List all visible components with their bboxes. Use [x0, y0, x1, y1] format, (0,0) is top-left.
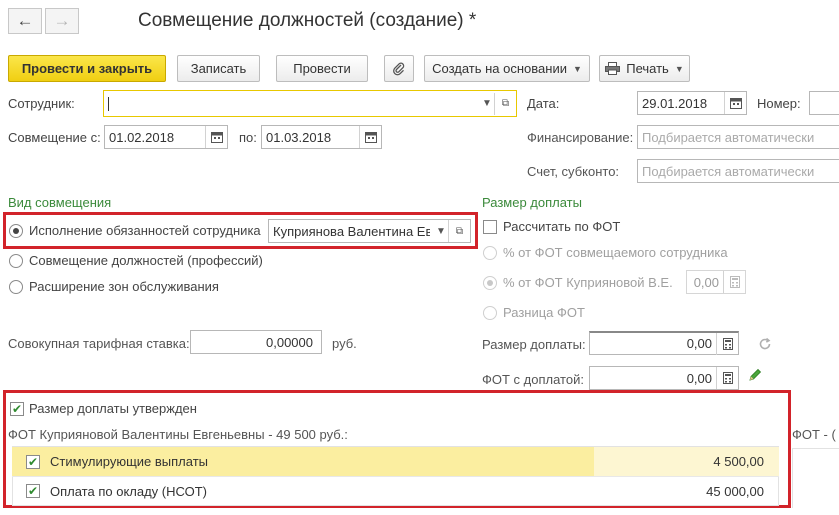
account-field[interactable]: Подбирается автоматически: [637, 159, 839, 183]
number-label: Номер:: [757, 96, 801, 111]
radio-difference[interactable]: [483, 306, 497, 320]
radio-pct-employee[interactable]: [483, 276, 497, 290]
fot-employee-text: ФОТ Куприяновой Валентины Евгеньевны - 4…: [8, 427, 348, 442]
date-label: Дата:: [527, 96, 560, 111]
printer-icon: [605, 62, 621, 75]
combo-from-value: 01.02.2018: [109, 129, 175, 145]
number-field[interactable]: [809, 91, 839, 115]
pct-employee-label: % от ФОТ Куприяновой В.Е.: [503, 275, 673, 290]
row-name: Стимулирующие выплаты: [50, 454, 208, 469]
arrow-left-icon: ←: [16, 11, 34, 30]
fot-with-field[interactable]: 0,00: [589, 366, 739, 390]
employee-field[interactable]: ▼ ⧉: [103, 90, 517, 117]
approved-checkbox[interactable]: ✔: [10, 402, 24, 416]
calendar-icon[interactable]: [724, 92, 746, 114]
tariff-rate-value: 0,00000: [266, 334, 313, 350]
calendar-icon[interactable]: [359, 126, 381, 148]
forward-button[interactable]: →: [45, 8, 79, 34]
calculator-icon[interactable]: [723, 271, 745, 293]
fot-right-text: ФОТ - (: [792, 427, 836, 442]
difference-label: Разница ФОТ: [503, 305, 585, 320]
arrow-right-icon: →: [53, 11, 71, 30]
replaced-employee-value: Куприянова Валентина Ев: [273, 223, 430, 239]
surcharge-size-label: Размер доплаты:: [482, 337, 586, 352]
account-label: Счет, субконто:: [527, 164, 620, 179]
row-amount: 4 500,00: [713, 454, 764, 469]
radio-option-duties-label: Исполнение обязанностей сотрудника: [29, 223, 261, 238]
combo-from-label: Совмещение с:: [8, 130, 101, 145]
radio-option-positions-label: Совмещение должностей (профессий): [29, 253, 263, 268]
row-name: Оплата по окладу (НСОТ): [50, 483, 207, 499]
combo-from-field[interactable]: 01.02.2018: [104, 125, 228, 149]
combo-to-value: 01.03.2018: [266, 129, 332, 145]
chevron-down-icon: ▼: [572, 63, 582, 74]
pct-employee-value: 0,00: [693, 274, 719, 290]
row-checkbox[interactable]: ✔: [26, 454, 40, 469]
page-title: Совмещение должностей (создание) *: [138, 10, 477, 31]
date-field[interactable]: 29.01.2018: [637, 91, 747, 115]
surcharge-size-value: 0,00: [686, 336, 712, 351]
date-value: 29.01.2018: [642, 95, 708, 111]
account-placeholder: Подбирается автоматически: [642, 163, 815, 179]
financing-label: Финансирование:: [527, 130, 634, 145]
print-label: Печать: [626, 61, 669, 76]
combo-to-label: по:: [239, 130, 257, 145]
refresh-button[interactable]: [752, 331, 778, 357]
row-checkbox[interactable]: ✔: [26, 484, 40, 498]
radio-option-zones[interactable]: [9, 280, 23, 294]
attach-button[interactable]: [384, 55, 414, 82]
surcharge-title: Размер доплаты: [482, 195, 582, 210]
financing-placeholder: Подбирается автоматически: [642, 129, 815, 145]
replaced-employee-field[interactable]: Куприянова Валентина Ев ▼ ⧉: [268, 219, 471, 243]
combo-to-field[interactable]: 01.03.2018: [261, 125, 382, 149]
pct-employee-field[interactable]: 0,00: [686, 270, 746, 294]
pencil-icon: [749, 368, 762, 381]
tariff-rate-label: Совокупная тарифная ставка:: [8, 336, 190, 351]
employee-label: Сотрудник:: [8, 96, 75, 111]
edit-button[interactable]: [747, 367, 765, 385]
post-button[interactable]: Провести: [276, 55, 368, 82]
refresh-icon: [759, 337, 771, 350]
calc-fot-checkbox[interactable]: [483, 220, 497, 234]
radio-option-positions[interactable]: [9, 254, 23, 268]
employee-value: [108, 96, 476, 111]
open-icon[interactable]: ⧉: [494, 92, 516, 115]
row-amount: 45 000,00: [706, 483, 764, 499]
open-icon[interactable]: ⧉: [448, 220, 470, 242]
calc-fot-label: Рассчитать по ФОТ: [503, 219, 621, 234]
fot-with-label: ФОТ с доплатой:: [482, 372, 584, 387]
chevron-down-icon: ▼: [674, 63, 684, 74]
create-based-on-button[interactable]: Создать на основании ▼: [424, 55, 590, 82]
table-row[interactable]: ✔ Стимулирующие выплаты 4 500,00: [12, 447, 779, 476]
pct-combined-label: % от ФОТ совмещаемого сотрудника: [503, 245, 728, 260]
paperclip-icon: [393, 62, 405, 75]
fot-with-value: 0,00: [686, 370, 712, 386]
print-button[interactable]: Печать ▼: [599, 55, 690, 82]
calculator-icon[interactable]: [716, 332, 738, 355]
back-button[interactable]: ←: [8, 8, 42, 34]
calculator-icon[interactable]: [716, 367, 738, 389]
tariff-rate-unit: руб.: [332, 336, 357, 351]
combo-type-title: Вид совмещения: [8, 195, 112, 210]
approved-label: Размер доплаты утвержден: [29, 401, 197, 416]
table-row[interactable]: ✔ Оплата по окладу (НСОТ) 45 000,00: [12, 476, 779, 505]
post-and-close-button[interactable]: Провести и закрыть: [8, 55, 166, 82]
save-button[interactable]: Записать: [177, 55, 260, 82]
radio-pct-combined[interactable]: [483, 246, 497, 260]
tariff-rate-field[interactable]: 0,00000: [190, 330, 322, 354]
radio-option-zones-label: Расширение зон обслуживания: [29, 279, 219, 294]
calendar-icon[interactable]: [205, 126, 227, 148]
right-table-edge: [792, 448, 839, 508]
create-based-on-label: Создать на основании: [432, 61, 567, 76]
surcharge-size-field[interactable]: 0,00: [589, 331, 739, 355]
radio-option-duties[interactable]: [9, 224, 23, 238]
financing-field[interactable]: Подбирается автоматически: [637, 125, 839, 149]
